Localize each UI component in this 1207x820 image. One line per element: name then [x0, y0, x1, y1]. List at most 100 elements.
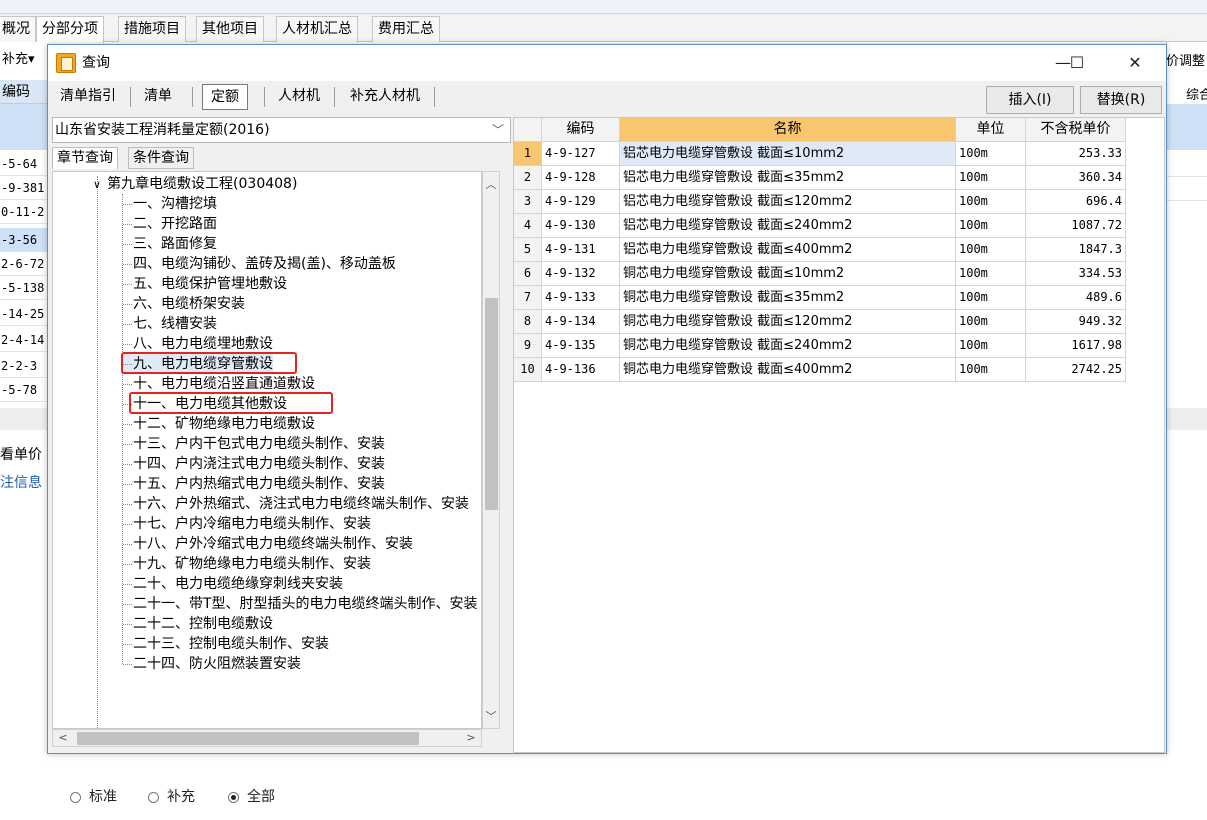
- tab-bill[interactable]: 清单: [136, 83, 180, 111]
- unit-cell: 100m: [956, 358, 1026, 382]
- selected-row-band: [0, 104, 47, 150]
- radio-selected-icon[interactable]: [228, 791, 239, 803]
- tab-separator: [130, 87, 131, 107]
- grid-footer-right: [1166, 408, 1207, 430]
- tab-condition-query[interactable]: 条件查询: [128, 147, 194, 169]
- table-row[interactable]: 2-4-14: [0, 328, 47, 352]
- tree-item[interactable]: 十五、户内热缩式电力电缆头制作、安装: [123, 474, 385, 494]
- row-index: 5: [514, 238, 542, 262]
- quota-name-cell: 铝芯电力电缆穿管敷设 截面≤35mm2: [620, 166, 956, 190]
- tab-supplement-material[interactable]: 补充人材机: [342, 83, 428, 111]
- tree-item[interactable]: 二十一、带T型、肘型插头的电力电缆终端头制作、安装: [123, 594, 478, 614]
- tree-item[interactable]: 二十四、防火阻燃装置安装: [123, 654, 301, 674]
- quota-code-cell: 4-9-131: [542, 238, 620, 262]
- unit-cell: 100m: [956, 238, 1026, 262]
- tree-item[interactable]: 三、路面修复: [123, 234, 217, 254]
- grid-footer: [0, 408, 47, 430]
- scroll-right-icon[interactable]: >: [463, 731, 479, 744]
- query-app-icon: [56, 53, 76, 73]
- name-column-header[interactable]: 名称: [620, 118, 956, 142]
- table-row[interactable]: 0-11-2: [0, 200, 47, 224]
- radio-all[interactable]: 全部: [228, 787, 275, 807]
- tree-item[interactable]: 十四、户内浇注式电力电缆头制作、安装: [123, 454, 385, 474]
- table-row[interactable]: -9-381: [0, 176, 47, 200]
- tree-item[interactable]: 二十三、控制电缆头制作、安装: [123, 634, 329, 654]
- table-row[interactable]: -3-56: [0, 228, 47, 252]
- tree-item[interactable]: 十六、户外热缩式、浇注式电力电缆终端头制作、安装: [123, 494, 469, 514]
- radio-circle-icon[interactable]: [70, 791, 81, 803]
- tree-vertical-scrollbar[interactable]: ︿ ﹀: [482, 171, 500, 729]
- tree-item[interactable]: 十三、户内干包式电力电缆头制作、安装: [123, 434, 385, 454]
- tree-item[interactable]: 一、沟槽挖填: [123, 194, 217, 214]
- price-cell: 1847.3: [1026, 238, 1126, 262]
- supplement-dropdown[interactable]: 补充▾: [0, 46, 47, 74]
- price-cell: 2742.25: [1026, 358, 1126, 382]
- table-row[interactable]: -5-78: [0, 378, 47, 402]
- code-column-header[interactable]: 编码: [542, 118, 620, 142]
- tab-quota[interactable]: 定额: [202, 84, 248, 110]
- tree-item[interactable]: 十七、户内冷缩电力电缆头制作、安装: [123, 514, 371, 534]
- tree-item[interactable]: 二、开挖路面: [123, 214, 217, 234]
- radio-supplement[interactable]: 补充: [148, 787, 195, 807]
- price-cell: 1087.72: [1026, 214, 1126, 238]
- quota-code-cell: 4-9-129: [542, 190, 620, 214]
- price-adjust-button[interactable]: 价调整: [1166, 50, 1205, 69]
- tab-other-items[interactable]: 其他项目: [196, 16, 264, 42]
- quota-code-cell: 4-9-136: [542, 358, 620, 382]
- table-row[interactable]: -5-138: [0, 276, 47, 300]
- table-row[interactable]: 2-2-3: [0, 354, 47, 378]
- index-column-header: [514, 118, 542, 142]
- tree-item[interactable]: 五、电缆保护管埋地敷设: [123, 274, 287, 294]
- chevron-down-icon[interactable]: ∨: [93, 178, 101, 191]
- insert-button[interactable]: 插入(I): [986, 86, 1074, 114]
- tree-horizontal-scrollbar[interactable]: < >: [52, 729, 482, 747]
- price-cell: 360.34: [1026, 166, 1126, 190]
- tree-item[interactable]: 十八、户外冷缩式电力电缆终端头制作、安装: [123, 534, 413, 554]
- unit-column-header[interactable]: 单位: [956, 118, 1026, 142]
- view-unit-price-tab[interactable]: 看单价: [0, 444, 47, 466]
- tab-fee-summary[interactable]: 费用汇总: [372, 16, 440, 42]
- radio-standard[interactable]: 标准: [70, 787, 117, 807]
- tab-bill-guide[interactable]: 清单指引: [52, 83, 124, 111]
- table-row[interactable]: -5-64: [0, 152, 47, 176]
- tab-chapter-query[interactable]: 章节查询: [52, 147, 118, 169]
- tree-item[interactable]: 六、电缆桥架安装: [123, 294, 245, 314]
- tree-chapter-node[interactable]: ∨ 第九章电缆敷设工程(030408): [93, 174, 297, 195]
- scroll-up-icon[interactable]: ︿: [483, 176, 499, 192]
- tab-labor-material[interactable]: 人材机: [270, 83, 328, 111]
- note-info-tab[interactable]: 注信息: [0, 472, 47, 494]
- quota-name-cell: 铜芯电力电缆穿管敷设 截面≤120mm2: [620, 310, 956, 334]
- maximize-button[interactable]: ☐: [1054, 49, 1100, 77]
- tab-items[interactable]: 分部分项: [36, 16, 104, 43]
- scroll-thumb[interactable]: [485, 298, 498, 510]
- radio-label: 标准: [89, 789, 117, 805]
- tree-item[interactable]: 十二、矿物绝缘电力电缆敷设: [123, 414, 315, 434]
- row-index: 1: [514, 142, 542, 166]
- scroll-down-icon[interactable]: ﹀: [483, 708, 499, 724]
- tab-labor-material-summary[interactable]: 人材机汇总: [276, 16, 358, 42]
- quota-library-select[interactable]: 山东省安装工程消耗量定额(2016) ﹀: [52, 117, 511, 143]
- tree-item[interactable]: 七、线槽安装: [123, 314, 217, 334]
- tab-measures[interactable]: 措施项目: [118, 16, 186, 42]
- tree-item[interactable]: 十、电力电缆沿竖直通道敷设: [123, 374, 315, 394]
- scroll-left-icon[interactable]: <: [55, 731, 71, 744]
- radio-circle-icon[interactable]: [148, 791, 159, 803]
- tree-chapter-label: 第九章电缆敷设工程(030408): [107, 176, 298, 192]
- tree-item[interactable]: 八、电力电缆埋地敷设: [123, 334, 273, 354]
- table-row[interactable]: -14-25: [0, 302, 47, 326]
- close-button[interactable]: ✕: [1112, 49, 1158, 77]
- quota-name-cell: 铝芯电力电缆穿管敷设 截面≤400mm2: [620, 238, 956, 262]
- dialog-titlebar[interactable]: 查询 — ☐ ✕: [48, 45, 1166, 81]
- price-column-header[interactable]: 不含税单价: [1026, 118, 1126, 142]
- tree-item[interactable]: 四、电缆沟铺砂、盖砖及揭(盖)、移动盖板: [123, 254, 396, 274]
- tree-item[interactable]: 二十、电力电缆绝缘穿刺线夹安装: [123, 574, 343, 594]
- tree-item[interactable]: 二十二、控制电缆敷设: [123, 614, 273, 634]
- unit-cell: 100m: [956, 334, 1026, 358]
- tab-overview[interactable]: 概况: [0, 16, 36, 42]
- tree-item[interactable]: 十九、矿物绝缘电力电缆头制作、安装: [123, 554, 371, 574]
- dialog-title: 查询: [82, 55, 110, 71]
- quota-name-cell: 铜芯电力电缆穿管敷设 截面≤35mm2: [620, 286, 956, 310]
- table-row[interactable]: 2-6-72: [0, 252, 47, 276]
- scroll-thumb[interactable]: [77, 732, 419, 745]
- replace-button[interactable]: 替换(R): [1080, 86, 1162, 114]
